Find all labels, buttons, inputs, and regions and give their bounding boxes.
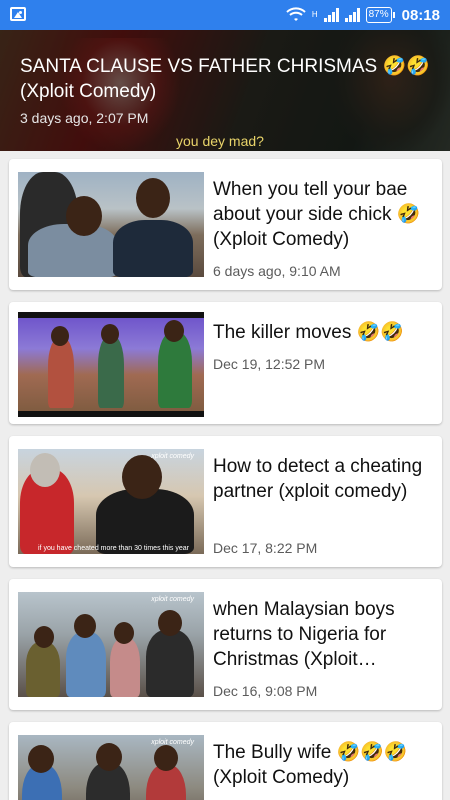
video-thumbnail: xploit comedy [18, 592, 204, 697]
video-card[interactable]: When you tell your bae about your side c… [9, 159, 442, 290]
video-time: Dec 16, 9:08 PM [213, 683, 318, 699]
featured-time: 3 days ago, 2:07 PM [20, 110, 149, 126]
battery-icon: 87% [365, 7, 395, 23]
featured-video[interactable]: SANTA CLAUSE VS FATHER CHRISMAS 🤣🤣 (Xplo… [0, 30, 450, 151]
signal-icon [344, 8, 360, 22]
video-title: The Bully wife 🤣🤣🤣 (Xploit Comedy) [213, 742, 408, 788]
status-time: 08:18 [401, 6, 440, 24]
video-title: when Malaysian boys returns to Nigeria f… [213, 599, 395, 670]
video-time: Dec 17, 8:22 PM [213, 540, 318, 556]
video-card[interactable]: xploit comedy if you have cheated more t… [9, 436, 442, 567]
network-type-label: H [311, 10, 318, 19]
video-thumbnail [18, 312, 204, 417]
wifi-icon [286, 7, 306, 21]
signal-icon [323, 8, 339, 22]
status-indicators: H 87% 08:18 [286, 5, 440, 25]
video-title: How to detect a cheating partner (xploit… [213, 456, 423, 502]
video-thumbnail: xploit comedy [18, 735, 204, 800]
video-title: The killer moves 🤣🤣 [213, 322, 404, 343]
video-time: 6 days ago, 9:10 AM [213, 263, 341, 279]
gallery-icon [10, 7, 26, 21]
thumbnail-subtitle: if you have cheated more than 30 times t… [38, 545, 189, 552]
video-thumbnail [18, 172, 204, 277]
video-card[interactable]: The killer moves 🤣🤣 Dec 19, 12:52 PM [9, 302, 442, 424]
featured-caption: you dey mad? [176, 133, 264, 149]
featured-title: SANTA CLAUSE VS FATHER CHRISMAS 🤣🤣 (Xplo… [20, 56, 430, 102]
battery-level: 87% [368, 9, 389, 20]
video-title: When you tell your bae about your side c… [213, 179, 421, 250]
thumbnail-watermark: xploit comedy [151, 596, 194, 603]
video-time: Dec 19, 12:52 PM [213, 356, 326, 372]
video-thumbnail: xploit comedy if you have cheated more t… [18, 449, 204, 554]
video-card[interactable]: xploit comedy The Bully wife 🤣🤣🤣 (Xploit… [9, 722, 442, 800]
status-bar: H 87% 08:18 [0, 0, 450, 30]
thumbnail-watermark: xploit comedy [151, 739, 194, 746]
video-card[interactable]: xploit comedy when Malaysian boys return… [9, 579, 442, 710]
thumbnail-watermark: xploit comedy [151, 453, 194, 460]
